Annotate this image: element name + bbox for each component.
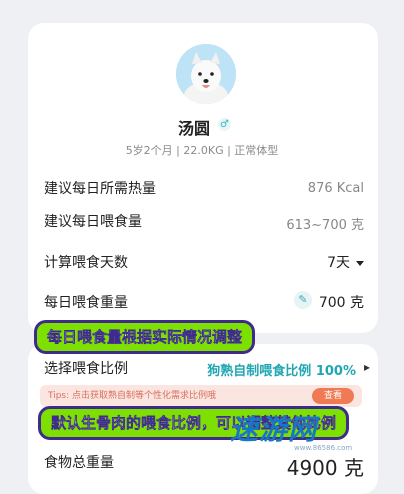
pet-avatar[interactable] bbox=[176, 44, 236, 104]
daily-weight-value[interactable]: 700 克 bbox=[319, 292, 364, 312]
daily-weight-label: 每日喂食重量 bbox=[44, 295, 128, 311]
days-label: 计算喂食天数 bbox=[44, 255, 128, 271]
total-label: 食物总重量 bbox=[44, 455, 114, 471]
male-icon: ♂ bbox=[218, 118, 231, 131]
edit-icon[interactable]: ✎ bbox=[294, 291, 312, 309]
dog-photo bbox=[176, 44, 236, 104]
pet-meta: 5岁2个月 | 22.0KG | 正常体型 bbox=[125, 144, 279, 157]
feeding-value: 613~700 克 bbox=[286, 218, 364, 233]
days-select[interactable]: 7天 bbox=[327, 252, 364, 272]
site-watermark: 速游网 bbox=[230, 413, 318, 446]
days-value: 7天 bbox=[327, 255, 350, 271]
calories-label: 建议每日所需热量 bbox=[44, 181, 156, 197]
view-button[interactable]: 查看 bbox=[311, 388, 354, 404]
site-watermark-url: www.86586.com bbox=[294, 444, 353, 452]
chevron-right-icon[interactable]: ▸ bbox=[364, 360, 370, 374]
tips-text: Tips: 点击获取熟自制等个性化需求比例哦 bbox=[48, 391, 217, 401]
ratio-label: 选择喂食比例 bbox=[44, 361, 128, 377]
ratio-value[interactable]: 狗熟自制喂食比例 100% bbox=[207, 360, 356, 379]
calories-value: 876 Kcal bbox=[307, 181, 364, 196]
feeding-label: 建议每日喂食量 bbox=[44, 214, 142, 230]
total-value: 4900 克 bbox=[286, 456, 364, 480]
caption-banner-top: 每日喂食量根据实际情况调整 bbox=[34, 320, 256, 354]
tips-bar: Tips: 点击获取熟自制等个性化需求比例哦 查看 bbox=[40, 385, 362, 407]
pet-name: 汤圆 bbox=[178, 119, 211, 138]
caret-down-icon bbox=[356, 260, 364, 266]
